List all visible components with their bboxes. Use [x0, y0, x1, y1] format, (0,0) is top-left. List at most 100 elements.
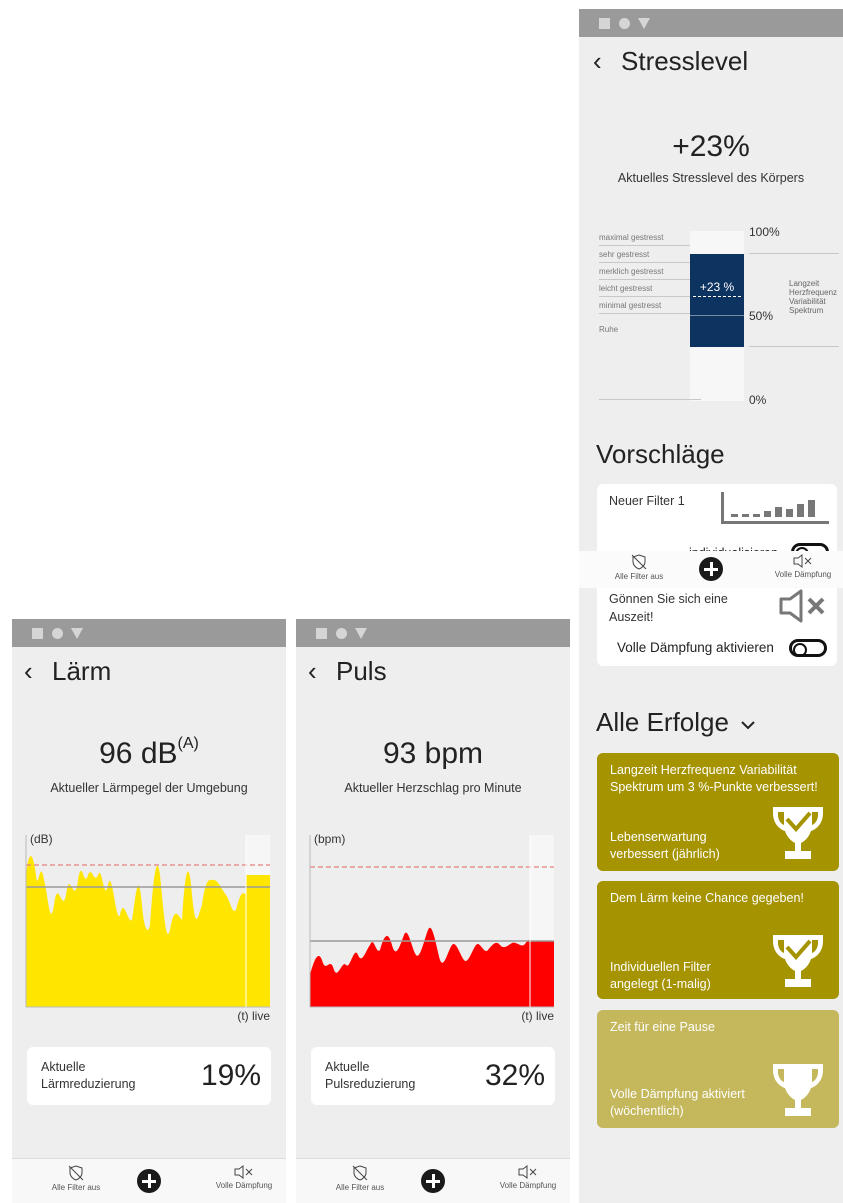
achievement-detail: Lebenserwartung verbessert (jährlich)	[610, 830, 720, 861]
achievement-title: Zeit für eine Pause	[610, 1020, 715, 1034]
bottom-nav: Alle Filter aus Volle Dämpfung	[296, 1158, 570, 1203]
auszeit-text: Gönnen Sie sich eine Auszeit!	[609, 592, 728, 624]
circle-icon	[52, 628, 63, 639]
reduction-label: Aktuelle Pulsreduzierung	[325, 1060, 416, 1091]
noise-chart	[25, 835, 270, 1008]
reduction-card: Aktuelle Lärmreduzierung 19%	[27, 1047, 271, 1105]
gauge-dashed-marker	[693, 296, 741, 297]
gridline-50	[749, 346, 839, 347]
reduction-label: Aktuelle Lärmreduzierung	[41, 1060, 136, 1091]
level-merklich: merklich gestresst	[599, 265, 701, 280]
daempfung-label: Volle Dämpfung aktivieren	[617, 640, 774, 655]
level-maximal: maximal gestresst	[599, 231, 701, 246]
filter-name: Neuer Filter 1	[609, 494, 685, 508]
all-filters-off-button[interactable]: Alle Filter aus	[36, 1165, 116, 1192]
gauge-baseline	[690, 315, 744, 316]
noise-value: 96 dB(A)	[99, 735, 199, 770]
square-icon	[599, 18, 610, 29]
reduction-card: Aktuelle Pulsreduzierung 32%	[311, 1047, 555, 1105]
reduction-value: 19%	[200, 1059, 261, 1092]
full-damping-button[interactable]: Volle Dämpfung	[488, 1165, 568, 1190]
add-button[interactable]	[421, 1169, 445, 1193]
shield-off-icon	[68, 1165, 84, 1181]
reduction-value: 32%	[484, 1059, 545, 1092]
back-button[interactable]: ‹	[308, 656, 317, 687]
page-title: Puls	[336, 656, 387, 686]
status-bar	[12, 619, 286, 647]
trophy-icon	[773, 1064, 823, 1116]
status-bar	[296, 619, 570, 647]
toggle-knob	[793, 643, 807, 657]
all-filters-off-label: Alle Filter aus	[51, 1183, 101, 1192]
full-damping-label: Volle Dämpfung	[499, 1181, 557, 1190]
noise-area	[26, 856, 270, 1007]
pulse-area	[310, 927, 554, 1007]
pct-0-label: 0%	[749, 393, 767, 407]
equalizer-icon	[721, 492, 829, 524]
achievement-card[interactable]: Zeit für eine Pause Volle Dämpfung aktiv…	[597, 1010, 839, 1128]
pulse-chart	[309, 835, 554, 1008]
square-icon	[316, 628, 327, 639]
circle-icon	[619, 18, 630, 29]
all-filters-off-label: Alle Filter aus	[335, 1183, 385, 1192]
vorschlaege-heading: Vorschläge	[596, 439, 725, 469]
back-button[interactable]: ‹	[24, 656, 33, 687]
all-filters-off-button[interactable]: Alle Filter aus	[320, 1165, 400, 1192]
full-damping-label: Volle Dämpfung	[774, 570, 832, 579]
triangle-icon	[71, 628, 83, 639]
level-leicht: leicht gestresst	[599, 282, 701, 297]
overlay-nav: Alle Filter aus Volle Dämpfung	[579, 551, 843, 588]
full-damping-button[interactable]: Volle Dämpfung	[204, 1165, 284, 1190]
laerm-screen: ‹ Lärm 96 dB(A) Aktueller Lärmpegel der …	[12, 619, 286, 1203]
all-filters-off-label: Alle Filter aus	[614, 572, 664, 581]
full-damping-label: Volle Dämpfung	[215, 1181, 273, 1190]
shield-off-icon	[631, 554, 647, 570]
level-minimal: minimal gestresst	[599, 299, 701, 314]
auszeit-card: Gönnen Sie sich eine Auszeit! Volle Dämp…	[597, 588, 837, 666]
achievement-title: Dem Lärm keine Chance gegeben!	[610, 891, 804, 905]
full-damping-button[interactable]: Volle Dämpfung	[763, 554, 843, 579]
gauge-fill	[690, 254, 744, 347]
add-button[interactable]	[699, 557, 723, 581]
gridline-0	[599, 399, 701, 400]
stress-screen: ‹ Stresslevel +23% Aktuelles Stresslevel…	[579, 9, 843, 1203]
stress-subtitle: Aktuelles Stresslevel des Körpers	[617, 171, 805, 185]
puls-screen: ‹ Puls 93 bpm Aktueller Herzschlag pro M…	[296, 619, 570, 1203]
level-ruhe: Ruhe	[599, 325, 619, 334]
level-sehr: sehr gestresst	[599, 248, 701, 263]
mute-icon	[518, 1165, 537, 1179]
pct-50-label: 50%	[749, 309, 774, 323]
trophy-icon	[773, 807, 823, 859]
mute-icon	[793, 554, 812, 568]
achievement-title: Langzeit Herzfrequenz Variabilität Spekt…	[610, 763, 818, 794]
achievement-detail: Individuellen Filter angelegt (1-malig)	[610, 960, 711, 991]
add-button[interactable]	[137, 1169, 161, 1193]
achievement-card[interactable]: Langzeit Herzfrequenz Variabilität Spekt…	[597, 753, 839, 871]
back-button[interactable]: ‹	[593, 46, 602, 77]
erfolge-heading[interactable]: Alle Erfolge	[596, 707, 756, 738]
square-icon	[32, 628, 43, 639]
x-axis-label: (t) live	[521, 1009, 554, 1023]
page-title: Stresslevel	[621, 46, 749, 76]
status-bar	[579, 9, 843, 37]
pulse-subtitle: Aktueller Herzschlag pro Minute	[344, 781, 522, 795]
all-filters-off-button[interactable]: Alle Filter aus	[599, 554, 679, 581]
x-axis-label: (t) live	[237, 1009, 270, 1023]
achievement-card[interactable]: Dem Lärm keine Chance gegeben! Individue…	[597, 881, 839, 999]
gauge-value-label: +23 %	[699, 280, 735, 294]
triangle-icon	[355, 628, 367, 639]
chevron-down-icon	[741, 721, 755, 730]
page-title: Lärm	[52, 656, 112, 686]
gridline-100	[749, 253, 839, 254]
pct-100-label: 100%	[749, 225, 780, 239]
achievement-detail: Volle Dämpfung aktiviert (wöchentlich)	[610, 1087, 745, 1118]
daempfung-toggle[interactable]	[789, 639, 827, 657]
noise-subtitle: Aktueller Lärmpegel der Umgebung	[50, 781, 248, 795]
bottom-nav: Alle Filter aus Volle Dämpfung	[12, 1158, 286, 1203]
hrv-label: Langzeit Herzfrequenz Variabilität Spekt…	[789, 279, 838, 315]
pulse-value: 93 bpm	[382, 737, 484, 770]
circle-icon	[336, 628, 347, 639]
shield-off-icon	[352, 1165, 368, 1181]
mute-icon	[779, 589, 825, 623]
triangle-icon	[638, 18, 650, 29]
